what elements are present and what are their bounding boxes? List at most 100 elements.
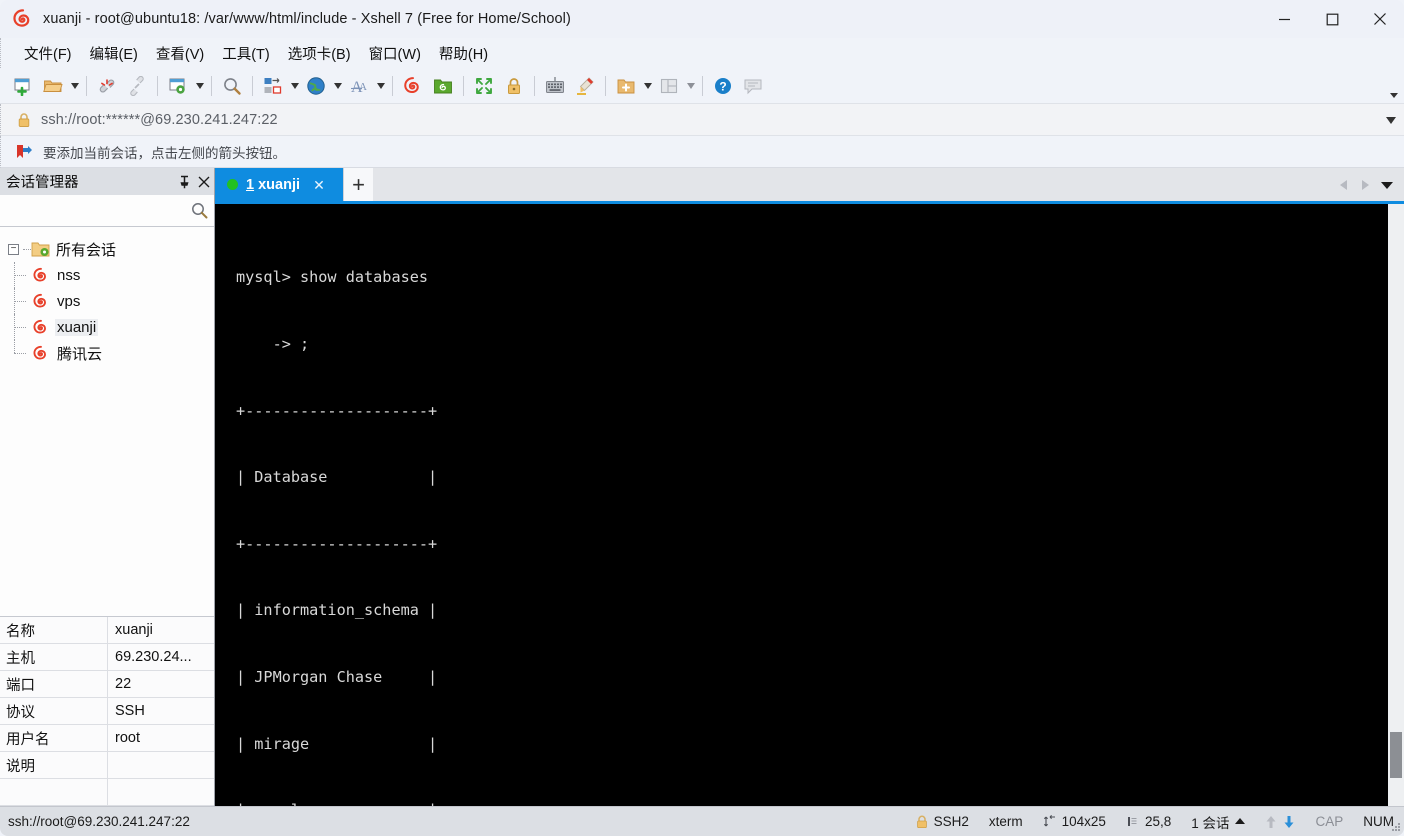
menu-tabs[interactable]: 选项卡(B) — [279, 40, 360, 67]
file-transfer-dropdown-icon[interactable] — [288, 71, 301, 101]
tab-close-icon[interactable]: ✕ — [310, 176, 328, 194]
tree-expander-icon[interactable]: − — [8, 243, 19, 255]
open-folder-icon[interactable] — [38, 71, 68, 101]
status-connection: ssh://root@69.230.241.247:22 — [8, 814, 190, 829]
tab-title: xuanji — [258, 176, 301, 193]
new-tab-button[interactable]: + — [343, 168, 373, 201]
session-manager-panel: 会话管理器 − 所有会话 nss vps xuanji 腾讯云 名称 xuanj… — [0, 168, 215, 806]
split-layout-icon[interactable] — [654, 71, 684, 101]
session-item-tencent-cloud[interactable]: 腾讯云 — [0, 340, 214, 366]
xshell-spiral-icon — [13, 9, 30, 27]
toolbar-separator — [211, 75, 212, 96]
terminal-scrollbar[interactable] — [1387, 204, 1404, 806]
xshell-window: xuanji - root@ubuntu18: /var/www/html/in… — [0, 0, 1404, 836]
new-session-icon[interactable] — [8, 71, 38, 101]
find-icon[interactable] — [217, 71, 247, 101]
menu-window[interactable]: 窗口(W) — [360, 40, 430, 67]
minimize-button[interactable] — [1260, 0, 1308, 38]
status-terminal-type: xterm — [988, 814, 1023, 829]
tree-rail — [14, 262, 30, 288]
toolbar-overflow-icon[interactable] — [1388, 68, 1400, 104]
tab-xuanji[interactable]: 1 xuanji ✕ — [215, 168, 343, 201]
toolbar-separator — [86, 75, 87, 96]
pin-icon[interactable] — [174, 171, 194, 193]
session-item-vps[interactable]: vps — [0, 288, 214, 314]
tab-bar-controls — [1332, 168, 1404, 201]
tree-root-all-sessions[interactable]: − 所有会话 — [0, 236, 214, 262]
font-dropdown-icon[interactable] — [374, 71, 387, 101]
xftp-icon[interactable] — [428, 71, 458, 101]
reconnect-icon[interactable] — [122, 71, 152, 101]
property-row: 协议 SSH — [0, 698, 214, 725]
highlight-pen-icon[interactable] — [570, 71, 600, 101]
session-properties-icon[interactable] — [163, 71, 193, 101]
shell-session-icon — [33, 267, 46, 282]
window-controls — [1260, 0, 1404, 38]
menu-tools[interactable]: 工具(T) — [213, 40, 279, 67]
session-search-input[interactable] — [6, 203, 191, 218]
close-button[interactable] — [1356, 0, 1404, 38]
property-value — [108, 752, 214, 778]
session-item-xuanji[interactable]: xuanji — [0, 314, 214, 340]
add-to-folder-dropdown-icon[interactable] — [641, 71, 654, 101]
split-layout-dropdown-icon[interactable] — [684, 71, 697, 101]
maximize-button[interactable] — [1308, 0, 1356, 38]
session-search-row[interactable] — [0, 195, 214, 227]
tree-dotline — [23, 248, 31, 250]
menu-edit[interactable]: 编辑(E) — [81, 40, 147, 67]
status-transfer-indicators — [1255, 815, 1305, 829]
status-bar: ssh://root@69.230.241.247:22 SSH2 xterm … — [0, 806, 1404, 836]
session-label-nss: nss — [57, 266, 81, 284]
keyboard-icon[interactable] — [540, 71, 570, 101]
globe-encoding-dropdown-icon[interactable] — [331, 71, 344, 101]
caret-up-icon[interactable] — [1235, 818, 1246, 825]
lock-icon — [916, 815, 927, 828]
lock-screen-icon[interactable] — [499, 71, 529, 101]
terminal-line: +--------------------+ — [236, 401, 438, 420]
terminal-output[interactable]: mysql> show databases -> ; +------------… — [215, 204, 1387, 806]
status-size: 104x25 — [1033, 814, 1116, 829]
shell-session-icon — [33, 345, 46, 360]
menu-help[interactable]: 帮助(H) — [430, 40, 497, 67]
property-value: 22 — [115, 676, 132, 692]
shell-session-icon — [33, 293, 46, 308]
xshell-icon[interactable] — [398, 71, 428, 101]
status-sessions[interactable]: 1 会话 — [1181, 812, 1255, 832]
search-icon[interactable] — [191, 202, 208, 219]
tab-nav-prev-icon[interactable] — [1332, 173, 1354, 197]
file-transfer-icon[interactable] — [258, 71, 288, 101]
session-item-nss[interactable]: nss — [0, 262, 214, 288]
toolbar: A A ? — [0, 68, 1404, 104]
property-row — [0, 779, 214, 806]
property-value: 69.230.24... — [115, 649, 192, 665]
tab-list-icon[interactable] — [1376, 173, 1398, 197]
session-manager-header: 会话管理器 — [0, 168, 214, 195]
session-manager-close-icon[interactable] — [194, 171, 214, 193]
open-folder-dropdown-icon[interactable] — [68, 71, 81, 101]
tree-rail — [14, 340, 30, 366]
session-properties-dropdown-icon[interactable] — [193, 71, 206, 101]
status-cursor-label: 25,8 — [1144, 814, 1172, 829]
globe-encoding-icon[interactable] — [301, 71, 331, 101]
tab-bar: 1 xuanji ✕ + — [215, 168, 1404, 204]
help-icon[interactable]: ? — [708, 71, 738, 101]
add-to-folder-icon[interactable] — [611, 71, 641, 101]
address-dropdown-icon[interactable] — [1386, 104, 1396, 136]
resize-icon — [1043, 815, 1055, 827]
chat-icon[interactable] — [738, 71, 768, 101]
arrow-up-icon — [1266, 815, 1276, 828]
tab-nav-next-icon[interactable] — [1354, 173, 1376, 197]
property-key: 说明 — [0, 752, 108, 778]
resize-grip-icon[interactable] — [1389, 821, 1401, 833]
main-area: 1 xuanji ✕ + mysql> show databases -> ; … — [215, 168, 1404, 806]
font-icon[interactable]: A A — [344, 71, 374, 101]
property-key: 名称 — [0, 617, 108, 643]
menu-file[interactable]: 文件(F) — [15, 40, 81, 67]
menu-view[interactable]: 查看(V) — [147, 40, 213, 67]
fullscreen-icon[interactable] — [469, 71, 499, 101]
scrollbar-thumb[interactable] — [1390, 732, 1402, 778]
disconnect-icon[interactable] — [92, 71, 122, 101]
property-key: 协议 — [0, 698, 108, 724]
toolbar-separator — [392, 75, 393, 96]
address-bar[interactable]: ssh://root:******@69.230.241.247:22 — [0, 104, 1404, 136]
